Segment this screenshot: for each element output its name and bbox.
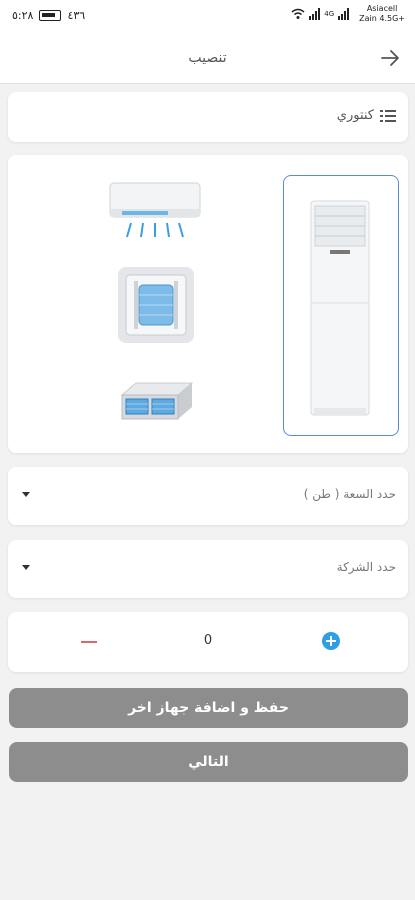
time-text: ٥:٢٨ <box>12 9 34 22</box>
caret-down-icon <box>22 492 30 497</box>
unit-types-card <box>8 155 408 453</box>
split-ac-icon <box>109 182 201 238</box>
unit-split-wall[interactable] <box>103 177 213 243</box>
carrier-bottom: Zain 4.5G+ <box>359 14 405 23</box>
category-label: كنتوري <box>336 108 374 123</box>
company-select[interactable]: حدد الشركة <box>8 540 408 598</box>
floor-standing-ac-icon <box>310 200 370 416</box>
unit-floor-standing[interactable] <box>283 175 399 436</box>
category-card[interactable]: كنتوري <box>8 92 408 142</box>
page-title: تنصيب <box>188 50 227 66</box>
save-add-another-button[interactable]: حفظ و اضافة جهاز اخر <box>9 688 408 728</box>
unit-cassette[interactable] <box>114 263 198 347</box>
menu-list-icon <box>380 110 396 122</box>
signal-icon <box>309 8 321 20</box>
status-bar: ٥:٢٨ ٤٣٦ 4G Asiacell Zain 4.5G+ <box>0 0 415 34</box>
caret-down-icon <box>22 565 30 570</box>
quantity-value: 0 <box>203 633 213 648</box>
ducted-ac-icon <box>120 382 194 420</box>
carrier-info: Asiacell Zain 4.5G+ <box>359 4 405 24</box>
unit-ducted[interactable] <box>114 377 198 423</box>
status-left: ٥:٢٨ ٤٣٦ <box>12 9 85 22</box>
battery-text: ٤٣٦ <box>67 9 86 22</box>
capacity-select[interactable]: حدد السعة ( طن ) <box>8 467 408 525</box>
status-right: 4G Asiacell Zain 4.5G+ <box>291 4 405 24</box>
carrier-top: Asiacell <box>366 4 398 13</box>
next-button[interactable]: التالي <box>9 742 408 782</box>
wifi-icon <box>291 8 305 19</box>
app-header: تنصيب <box>0 34 415 84</box>
battery-icon <box>39 10 62 21</box>
plus-circle-icon[interactable] <box>322 632 340 650</box>
capacity-select-label: حدد السعة ( طن ) <box>303 487 396 501</box>
minus-icon[interactable] <box>76 632 106 652</box>
arrow-right-icon[interactable] <box>379 47 401 69</box>
signal-icon-2 <box>338 8 350 20</box>
cassette-ac-icon <box>118 267 194 343</box>
quantity-stepper: 0 <box>8 612 408 672</box>
network-type: 4G <box>324 10 335 18</box>
company-select-label: حدد الشركة <box>336 560 396 574</box>
